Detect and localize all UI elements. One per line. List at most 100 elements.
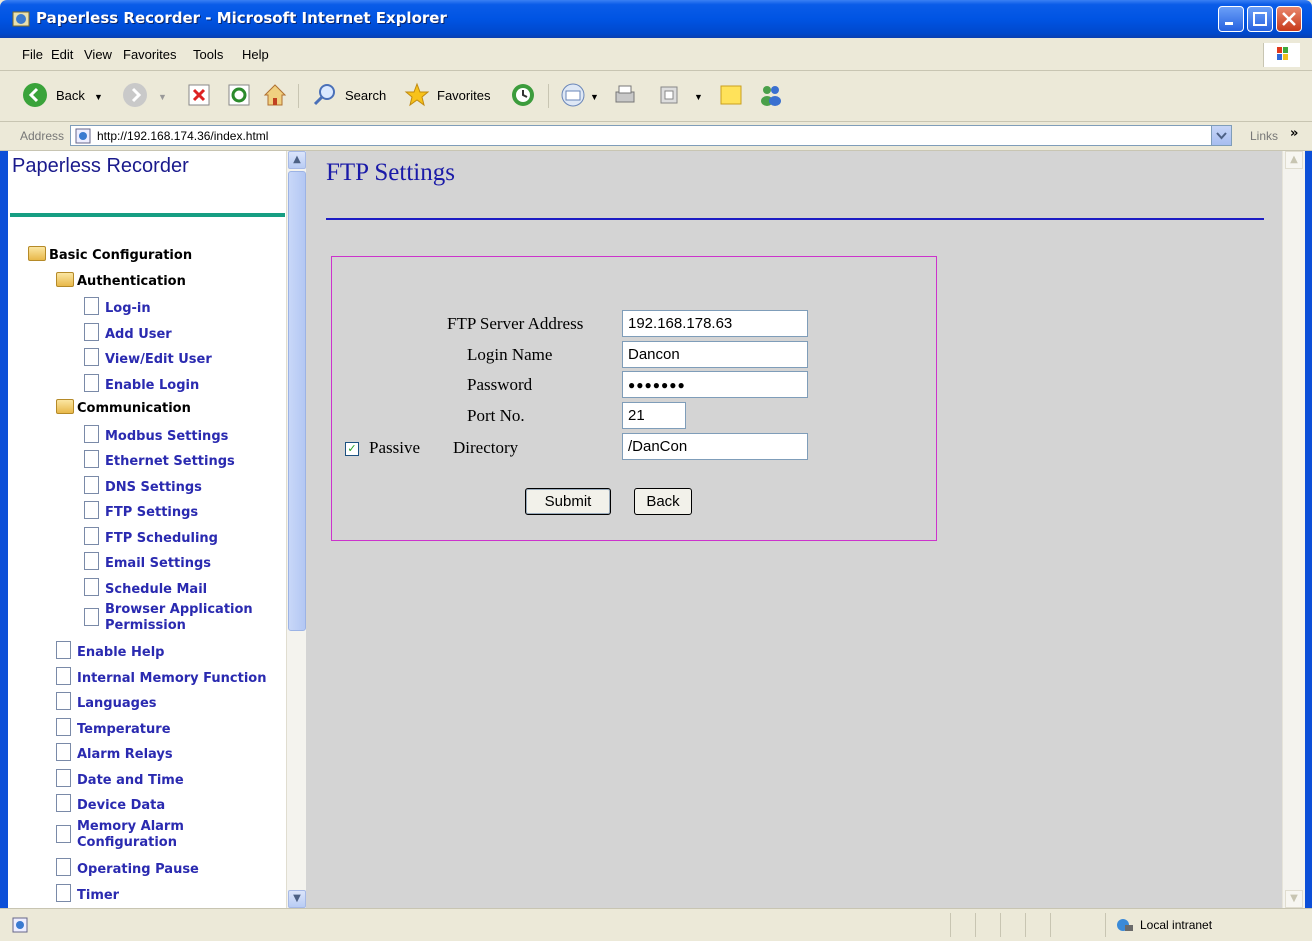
tree-date-and-time[interactable]: Date and Time — [56, 769, 184, 788]
tree-label: Date and Time — [77, 773, 184, 788]
forward-dropdown-icon[interactable]: ▼ — [158, 92, 167, 102]
menu-help[interactable]: Help — [242, 47, 269, 62]
tree-view-edit-user[interactable]: View/Edit User — [84, 348, 212, 367]
address-url: http://192.168.174.36/index.html — [97, 129, 269, 143]
print-icon[interactable] — [612, 82, 638, 108]
tree-alarm-relays[interactable]: Alarm Relays — [56, 743, 173, 762]
tree-ftp-settings[interactable]: FTP Settings — [84, 501, 198, 520]
search-icon[interactable] — [312, 82, 338, 108]
scroll-up-button[interactable]: ▲ — [1285, 151, 1303, 169]
back-button-label[interactable]: Back — [56, 88, 85, 103]
search-button-label[interactable]: Search — [345, 88, 386, 103]
edit-page-icon[interactable] — [656, 82, 682, 108]
menu-view[interactable]: View — [84, 47, 112, 62]
stop-icon[interactable] — [186, 82, 212, 108]
close-icon — [1282, 12, 1296, 26]
tree-device-data[interactable]: Device Data — [56, 794, 165, 813]
tree-add-user[interactable]: Add User — [84, 323, 172, 342]
status-bar: Local intranet — [0, 908, 1312, 941]
forward-arrow-icon[interactable] — [122, 82, 148, 108]
page-icon — [56, 769, 71, 787]
back-arrow-icon[interactable] — [22, 82, 48, 108]
tree-enable-login[interactable]: Enable Login — [84, 374, 199, 393]
tree-browser-application-permission[interactable]: Browser Application Permission — [84, 602, 253, 634]
mail-icon[interactable] — [560, 82, 586, 108]
menu-tools[interactable]: Tools — [193, 47, 223, 62]
tree-login[interactable]: Log-in — [84, 297, 151, 316]
tree-schedule-mail[interactable]: Schedule Mail — [84, 578, 207, 597]
maximize-button[interactable] — [1247, 6, 1273, 32]
login-name-input[interactable] — [622, 341, 808, 368]
tree-communication[interactable]: Communication — [56, 399, 191, 416]
tree-label: Modbus Settings — [105, 429, 229, 444]
back-button[interactable]: Back — [634, 488, 692, 515]
notes-icon[interactable] — [718, 82, 744, 108]
refresh-icon[interactable] — [226, 82, 252, 108]
tree-basic-configuration[interactable]: Basic Configuration — [28, 246, 192, 263]
tree-email-settings[interactable]: Email Settings — [84, 552, 211, 571]
mail-dropdown-icon[interactable]: ▼ — [590, 92, 599, 102]
home-icon[interactable] — [262, 82, 288, 108]
folder-open-icon — [56, 399, 74, 414]
submit-button[interactable]: Submit — [525, 488, 611, 515]
links-button[interactable]: Links — [1250, 129, 1278, 143]
tree-temperature[interactable]: Temperature — [56, 718, 171, 737]
history-icon[interactable] — [510, 82, 536, 108]
scroll-down-button[interactable]: ▼ — [1285, 890, 1303, 908]
favorites-button-label[interactable]: Favorites — [437, 88, 490, 103]
tree-label: Ethernet Settings — [105, 454, 235, 469]
tree-ethernet-settings[interactable]: Ethernet Settings — [84, 450, 235, 469]
page-icon — [56, 743, 71, 761]
tree-languages[interactable]: Languages — [56, 692, 157, 711]
messenger-icon[interactable] — [758, 82, 784, 108]
tree-memory-alarm-configuration[interactable]: Memory Alarm Configuration — [56, 819, 184, 851]
menu-edit[interactable]: Edit — [51, 47, 73, 62]
passive-label: Passive — [369, 438, 420, 457]
status-separator — [1050, 913, 1051, 937]
port-number-input[interactable] — [622, 402, 686, 429]
passive-checkbox[interactable]: ✓ — [345, 442, 359, 456]
page-icon — [56, 718, 71, 736]
window-title: Paperless Recorder - Microsoft Internet … — [36, 9, 447, 27]
address-input[interactable]: http://192.168.174.36/index.html — [70, 125, 1232, 146]
menu-file[interactable]: File — [22, 47, 43, 62]
page-icon — [56, 692, 71, 710]
content-scrollbar[interactable]: ▲ ▼ — [1282, 151, 1305, 908]
favorites-star-icon[interactable] — [404, 82, 430, 108]
chevron-right-icon[interactable]: » — [1290, 126, 1298, 141]
window-left-border — [0, 38, 8, 940]
ftp-server-address-input[interactable] — [622, 310, 808, 337]
scroll-thumb[interactable] — [288, 171, 306, 631]
window-title-bar[interactable]: Paperless Recorder - Microsoft Internet … — [0, 0, 1312, 38]
page-icon — [56, 794, 71, 812]
scroll-down-button[interactable]: ▼ — [288, 890, 306, 908]
navigation-scrollbar[interactable]: ▲ ▼ — [286, 151, 307, 908]
address-dropdown-button[interactable] — [1211, 126, 1231, 145]
page-icon — [84, 476, 99, 494]
close-button[interactable] — [1276, 6, 1302, 32]
tree-label: DNS Settings — [105, 480, 202, 495]
minimize-button[interactable] — [1218, 6, 1244, 32]
tree-dns-settings[interactable]: DNS Settings — [84, 476, 202, 495]
back-dropdown-icon[interactable]: ▼ — [94, 92, 103, 102]
tree-label: Browser Application — [105, 602, 253, 617]
tree-modbus-settings[interactable]: Modbus Settings — [84, 425, 228, 444]
edit-dropdown-icon[interactable]: ▼ — [694, 92, 703, 102]
menu-favorites[interactable]: Favorites — [123, 47, 176, 62]
scroll-up-button[interactable]: ▲ — [288, 151, 306, 169]
maximize-icon — [1253, 12, 1267, 26]
directory-input[interactable] — [622, 433, 808, 460]
tree-label: Permission — [105, 618, 186, 633]
tree-label: View/Edit User — [105, 352, 212, 367]
tree-enable-help[interactable]: Enable Help — [56, 641, 164, 660]
tree-label: Internal Memory Function — [77, 671, 267, 686]
password-input[interactable] — [622, 371, 808, 398]
login-name-label: Login Name — [467, 345, 553, 364]
page-icon — [84, 578, 99, 596]
tree-operating-pause[interactable]: Operating Pause — [56, 858, 199, 877]
sidebar-divider — [10, 213, 285, 217]
tree-authentication[interactable]: Authentication — [56, 272, 186, 289]
tree-timer[interactable]: Timer — [56, 884, 119, 903]
tree-ftp-scheduling[interactable]: FTP Scheduling — [84, 527, 218, 546]
tree-internal-memory-function[interactable]: Internal Memory Function — [56, 667, 267, 686]
